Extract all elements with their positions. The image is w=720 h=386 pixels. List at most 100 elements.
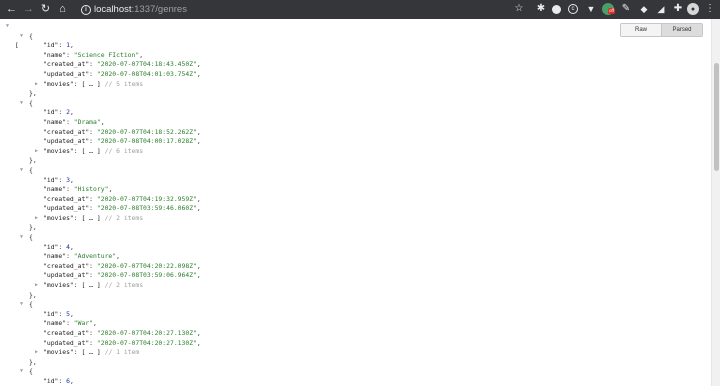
name-value: "Science FIction" — [73, 50, 140, 59]
collapse-toggle-icon[interactable]: ▼ — [20, 233, 23, 243]
object-close-brace: }, — [29, 290, 37, 299]
key-id: "id" — [43, 376, 59, 385]
genre-object: ▼{"id": 4, "name": "Adventure", "created_a… — [0, 233, 201, 300]
created-at-line: "created_at": "2020-07-07T04:19:32.959Z"… — [0, 195, 201, 205]
comma: , — [196, 204, 201, 213]
key-created-at: "created_at" — [43, 261, 90, 270]
genre-object: ▼{"id": 3, "name": "History", "created_at"… — [0, 166, 201, 233]
object-open-brace: { — [29, 98, 33, 107]
scrollbar-thumb[interactable] — [714, 63, 719, 171]
extension-off-icon[interactable]: off — [602, 3, 615, 15]
created-at-value: "2020-07-07T04:20:27.130Z" — [96, 329, 197, 337]
id-line: "id": 5, — [0, 310, 74, 320]
comma: , — [100, 117, 105, 126]
comma: , — [69, 376, 74, 385]
object-open-brace: { — [29, 300, 33, 309]
key-movies: "movies" — [43, 146, 74, 155]
collapse-toggle-icon[interactable]: ▼ — [20, 99, 23, 109]
json-viewer-page: Raw Parsed ▼ [ ▼{"id": 1, "name": "Scienc… — [0, 19, 711, 386]
collapsed-array: [ … ] — [81, 213, 101, 222]
key-movies: "movies" — [43, 281, 74, 290]
object-close-brace: }, — [29, 89, 37, 98]
key-movies: "movies" — [43, 213, 74, 222]
colon: : — [89, 271, 97, 280]
collapse-toggle-icon[interactable]: ▼ — [6, 22, 9, 32]
reload-icon[interactable]: ↻ — [38, 2, 53, 17]
shield-icon[interactable]: ◆ — [638, 3, 650, 15]
object-open-line: ▼{ — [0, 367, 33, 377]
puzzle-icon[interactable]: ✚ — [672, 3, 684, 15]
collapse-toggle-icon[interactable]: ▼ — [20, 166, 23, 176]
key-name: "name" — [43, 252, 67, 261]
collapse-toggle-icon[interactable]: ▼ — [20, 32, 23, 42]
name-value: "History" — [73, 185, 109, 194]
movies-line: ▶ "movies": [ … ] // 1 item — [0, 348, 139, 358]
copyright-icon[interactable]: c — [568, 4, 578, 14]
name-value: "War" — [73, 319, 94, 328]
avatar[interactable]: ● — [687, 3, 699, 15]
address-bar[interactable]: i localhost:1337/genres — [73, 1, 713, 18]
comma: , — [196, 261, 201, 270]
colon: : — [66, 185, 74, 194]
expand-toggle-icon[interactable]: ▶ — [35, 80, 38, 90]
object-close-line: }, — [0, 358, 37, 368]
updated-at-value: "2020-07-08T03:59:06.964Z" — [96, 271, 197, 280]
key-updated-at: "updated_at" — [43, 271, 90, 280]
collapse-toggle-icon[interactable]: ▼ — [20, 300, 23, 310]
movies-count-comment: // 2 items — [104, 281, 144, 290]
home-icon[interactable]: ⌂ — [55, 2, 70, 17]
url-text[interactable]: localhost:1337/genres — [94, 4, 187, 15]
id-line: "id": 2, — [0, 108, 74, 118]
key-id: "id" — [43, 175, 59, 184]
expand-toggle-icon[interactable]: ▶ — [35, 214, 38, 224]
colon: : — [89, 60, 97, 69]
tag-icon[interactable]: ◢ — [655, 3, 667, 15]
colon: : — [58, 309, 67, 318]
name-line: "name": "Science FIction", — [0, 51, 143, 61]
comma: , — [116, 252, 120, 261]
json-root-line: ▼ [ — [0, 22, 23, 49]
feather-icon[interactable]: ✎ — [620, 3, 632, 15]
name-line: "name": "War", — [0, 319, 97, 329]
forward-arrow-icon[interactable]: → — [21, 2, 36, 17]
vue-devtools-icon[interactable]: ▼ — [585, 3, 597, 15]
updated-at-value: "2020-07-08T04:01:03.754Z" — [96, 69, 197, 78]
movies-count-comment: // 1 item — [104, 348, 140, 357]
colon: : — [66, 319, 74, 328]
collapse-toggle-icon[interactable]: ▼ — [20, 367, 23, 377]
comma: , — [108, 185, 113, 194]
expand-toggle-icon[interactable]: ▶ — [35, 348, 38, 358]
colon: : — [58, 175, 67, 184]
colon: : — [89, 194, 97, 203]
back-arrow-icon[interactable]: ← — [4, 2, 19, 17]
colon: : — [89, 338, 97, 347]
name-value: "Adventure" — [73, 252, 117, 261]
key-updated-at: "updated_at" — [43, 204, 90, 213]
site-info-icon[interactable]: i — [81, 5, 91, 15]
expand-toggle-icon[interactable]: ▶ — [35, 281, 38, 291]
more-menu-icon[interactable]: ⋮ — [704, 3, 716, 15]
settings-gear-icon[interactable]: ✱ — [535, 3, 547, 15]
expand-toggle-icon[interactable]: ▶ — [35, 147, 38, 157]
object-close-brace: }, — [29, 223, 37, 232]
genre-object: ▼{"id": 1, "name": "Science FIction", "cre… — [0, 32, 201, 99]
comma: , — [196, 69, 201, 78]
object-open-line: ▼{ — [0, 233, 33, 243]
raw-button[interactable]: Raw — [621, 24, 662, 36]
parsed-button[interactable]: Parsed — [662, 24, 702, 36]
object-open-brace: { — [29, 31, 33, 40]
page-scrollbar[interactable] — [711, 19, 720, 386]
name-line: "name": "Adventure", — [0, 252, 120, 262]
colon: : — [89, 329, 97, 337]
object-open-brace: { — [29, 233, 33, 242]
movies-line: ▶ "movies": [ … ] // 2 items — [0, 281, 143, 291]
updated-at-value: "2020-07-08T04:00:17.028Z" — [96, 137, 197, 146]
name-value: "Drama" — [73, 117, 101, 126]
key-created-at: "created_at" — [43, 194, 90, 203]
colon: : — [58, 376, 67, 385]
bookmark-star-icon[interactable]: ☆ — [513, 3, 525, 15]
comma: , — [196, 338, 201, 347]
comma: , — [69, 175, 74, 184]
record-icon[interactable] — [552, 5, 561, 14]
updated-at-line: "updated_at": "2020-07-08T03:59:06.964Z"… — [0, 271, 201, 281]
